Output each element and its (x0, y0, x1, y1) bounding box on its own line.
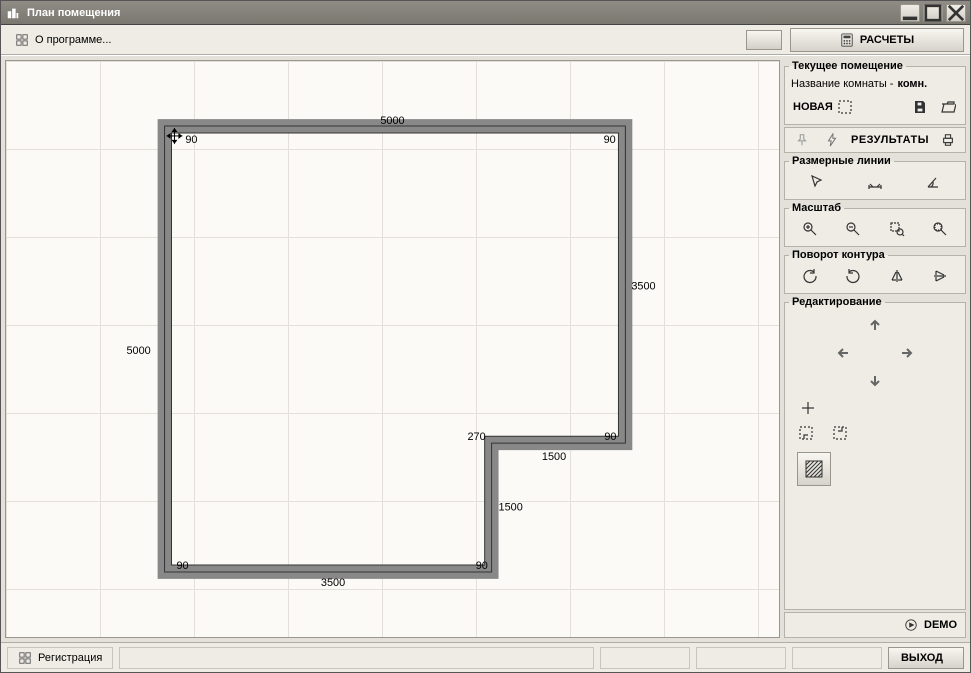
close-button[interactable] (946, 4, 966, 22)
scale-panel: Масштаб (784, 202, 966, 247)
move-right-button[interactable] (892, 340, 922, 366)
floor-plan-canvas[interactable]: 5000 90 90 3500 5000 270 90 1500 1500 90… (5, 60, 780, 638)
flip-vertical-button[interactable] (927, 265, 953, 287)
status-segment-4 (792, 647, 882, 669)
pin-icon[interactable] (789, 129, 815, 151)
angle-top-right: 90 (604, 134, 616, 146)
open-room-button[interactable] (935, 96, 961, 118)
move-up-button[interactable] (860, 312, 890, 338)
dimension-angle-button[interactable] (920, 171, 946, 193)
add-node-button[interactable] (795, 400, 821, 416)
plan-drawing: 5000 90 90 3500 5000 270 90 1500 1500 90… (6, 61, 779, 637)
lightning-icon[interactable] (819, 129, 845, 151)
zoom-out-button[interactable] (840, 218, 866, 240)
status-segment-1 (119, 647, 594, 669)
dimension-lines-legend: Размерные линии (789, 155, 894, 167)
dim-right-upper: 3500 (631, 281, 655, 293)
exit-label: ВЫХОД (901, 652, 943, 664)
dim-left: 5000 (126, 345, 150, 357)
window-title: План помещения (27, 7, 897, 19)
current-room-legend: Текущее помещение (789, 60, 906, 72)
print-icon[interactable] (935, 129, 961, 151)
results-label: РЕЗУЛЬТАТЫ (849, 134, 931, 146)
room-name-label: Название комнаты - (791, 78, 893, 90)
app-icon (5, 5, 21, 21)
current-room-panel: Текущее помещение Название комнаты - ком… (784, 60, 966, 125)
save-room-button[interactable] (907, 96, 933, 118)
calculations-button[interactable]: РАСЧЕТЫ (790, 28, 964, 52)
titlebar: План помещения (1, 1, 970, 25)
status-bar: Регистрация ВЫХОД (1, 642, 970, 672)
dimension-linear-button[interactable] (862, 171, 888, 193)
editing-legend: Редактирование (789, 296, 885, 308)
angle-bottom-left: 90 (176, 560, 188, 572)
dim-notch-vert: 1500 (499, 502, 523, 514)
status-segment-3 (696, 647, 786, 669)
calculations-label: РАСЧЕТЫ (860, 34, 914, 46)
status-segment-2 (600, 647, 690, 669)
rotate-cw-button[interactable] (840, 265, 866, 287)
demo-bar[interactable]: DEMO (784, 612, 966, 638)
dimension-lines-panel: Размерные линии (784, 155, 966, 200)
zoom-fit-button[interactable] (927, 218, 953, 240)
rotate-ccw-button[interactable] (797, 265, 823, 287)
remove-segment-button[interactable] (827, 422, 853, 444)
angle-top-left: 90 (185, 134, 197, 146)
angle-notch-right: 90 (604, 431, 616, 443)
dimension-cursor-button[interactable] (804, 171, 830, 193)
about-label: О программе... (35, 34, 111, 46)
angle-notch-top: 270 (467, 431, 485, 443)
maximize-button[interactable] (923, 4, 943, 22)
move-left-button[interactable] (828, 340, 858, 366)
insert-segment-button[interactable] (793, 422, 819, 444)
hatch-button[interactable] (797, 452, 831, 486)
main-toolbar: О программе... РАСЧЕТЫ (1, 25, 970, 55)
side-panel: Текущее помещение Название комнаты - ком… (784, 60, 966, 638)
exit-button[interactable]: ВЫХОД (888, 647, 964, 669)
minimize-button[interactable] (900, 4, 920, 22)
about-button[interactable]: О программе... (7, 30, 119, 50)
new-room-button[interactable]: НОВАЯ (789, 96, 857, 118)
rotation-panel: Поворот контура (784, 249, 966, 294)
play-icon (904, 618, 918, 632)
registration-button[interactable]: Регистрация (7, 647, 113, 669)
zoom-in-button[interactable] (797, 218, 823, 240)
dim-top: 5000 (380, 115, 404, 127)
angle-bottom-right: 90 (476, 560, 488, 572)
room-name-value: комн. (897, 78, 927, 90)
scale-legend: Масштаб (789, 202, 844, 214)
editing-panel: Редактирование (784, 296, 966, 610)
dim-notch-horiz: 1500 (542, 451, 566, 463)
dim-bottom: 3500 (321, 577, 345, 589)
demo-label: DEMO (924, 619, 957, 631)
move-down-button[interactable] (860, 368, 890, 394)
toolbar-toggle[interactable] (746, 30, 782, 50)
flip-horizontal-button[interactable] (884, 265, 910, 287)
new-room-label: НОВАЯ (793, 101, 833, 113)
rotation-legend: Поворот контура (789, 249, 888, 261)
registration-label: Регистрация (38, 652, 102, 664)
zoom-region-button[interactable] (884, 218, 910, 240)
results-bar: РЕЗУЛЬТАТЫ (784, 127, 966, 153)
